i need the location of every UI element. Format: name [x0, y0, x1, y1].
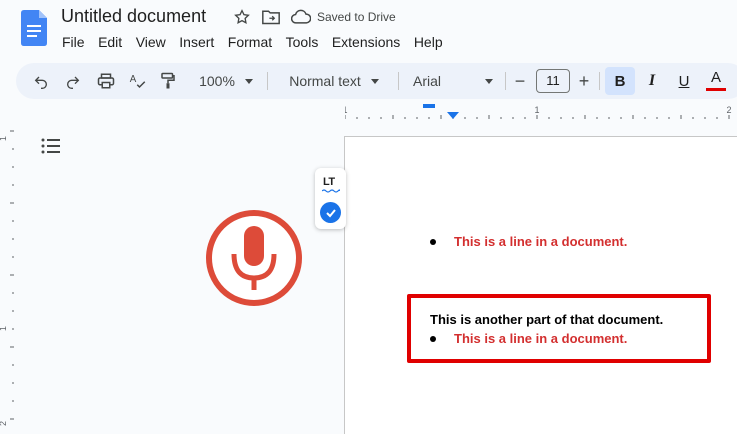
- saved-status: Saved to Drive: [317, 10, 396, 24]
- star-icon[interactable]: [233, 8, 251, 26]
- left-indent-marker: [447, 112, 459, 119]
- docs-logo-icon[interactable]: [21, 10, 47, 46]
- undo-icon[interactable]: [30, 63, 52, 99]
- cloud-saved-icon[interactable]: [291, 9, 311, 25]
- ruler-label: 1: [0, 136, 8, 141]
- font-size-input[interactable]: 11: [536, 69, 570, 93]
- grammar-check-widget[interactable]: LT: [315, 168, 346, 229]
- toolbar-divider: [505, 72, 506, 90]
- chevron-down-icon: [485, 78, 493, 84]
- bullet-point: [430, 336, 436, 342]
- toolbar-divider: [398, 72, 399, 90]
- svg-text:A: A: [130, 74, 137, 85]
- ruler-ticks: [10, 130, 14, 420]
- style-select[interactable]: Normal text: [282, 63, 386, 99]
- bold-button[interactable]: B: [605, 67, 635, 95]
- grammar-widget-label: LT: [323, 176, 335, 188]
- ruler-label: 1: [534, 105, 539, 115]
- microphone-icon[interactable]: [204, 208, 304, 308]
- redo-icon[interactable]: [62, 63, 84, 99]
- ruler-label: 2: [726, 105, 731, 115]
- paint-format-icon[interactable]: [157, 63, 179, 99]
- decrease-font-size-button[interactable]: −: [510, 63, 530, 99]
- menu-file[interactable]: File: [62, 34, 85, 50]
- toolbar: A 100% Normal text Arial − 11 + B I U A: [16, 63, 737, 99]
- bullet-point: [430, 239, 436, 245]
- zoom-select[interactable]: 100%: [194, 63, 258, 99]
- menu-format[interactable]: Format: [228, 34, 272, 50]
- document-line-1[interactable]: This is a line in a document.: [454, 234, 627, 249]
- first-line-indent-marker: [423, 104, 435, 108]
- document-line-2[interactable]: This is another part of that document.: [430, 312, 663, 327]
- font-select[interactable]: Arial: [413, 63, 493, 99]
- text-color-swatch: [706, 88, 726, 91]
- ruler-label: 1: [345, 105, 348, 115]
- menu-edit[interactable]: Edit: [98, 34, 122, 50]
- text-color-button[interactable]: A: [705, 63, 727, 99]
- zoom-value: 100%: [199, 73, 235, 89]
- check-icon[interactable]: [320, 202, 341, 223]
- underline-button[interactable]: U: [673, 63, 695, 99]
- horizontal-ruler[interactable]: 1 1 2: [345, 103, 737, 121]
- toolbar-divider: [267, 72, 268, 90]
- chevron-down-icon: [244, 78, 253, 84]
- style-value: Normal text: [289, 73, 361, 89]
- chevron-down-icon: [370, 78, 379, 84]
- menu-insert[interactable]: Insert: [179, 34, 214, 50]
- italic-button[interactable]: I: [641, 63, 663, 99]
- document-title[interactable]: Untitled document: [61, 6, 206, 27]
- menu-extensions[interactable]: Extensions: [332, 34, 400, 50]
- menu-view[interactable]: View: [136, 34, 166, 50]
- menu-help[interactable]: Help: [414, 34, 443, 50]
- outline-icon[interactable]: [41, 138, 61, 154]
- toolbar-divider: [599, 72, 600, 90]
- document-page[interactable]: [344, 136, 737, 434]
- ruler-label: 1: [0, 326, 8, 331]
- spellcheck-icon[interactable]: A: [127, 63, 149, 99]
- document-line-3[interactable]: This is a line in a document.: [454, 331, 627, 346]
- font-value: Arial: [413, 73, 442, 89]
- menu-bar: File Edit View Insert Format Tools Exten…: [62, 34, 456, 50]
- squiggle-underline: [322, 189, 340, 193]
- ruler-ticks: [345, 115, 730, 119]
- print-icon[interactable]: [94, 63, 118, 99]
- ruler-label: 2: [0, 421, 8, 426]
- text-color-label: A: [710, 69, 721, 86]
- title-bar: Untitled document Saved to Drive File Ed…: [0, 0, 737, 60]
- increase-font-size-button[interactable]: +: [574, 63, 594, 99]
- menu-tools[interactable]: Tools: [286, 34, 319, 50]
- move-to-folder-icon[interactable]: [261, 8, 281, 26]
- highlight-box: [407, 294, 711, 363]
- vertical-ruler[interactable]: 1 1 2: [0, 121, 16, 434]
